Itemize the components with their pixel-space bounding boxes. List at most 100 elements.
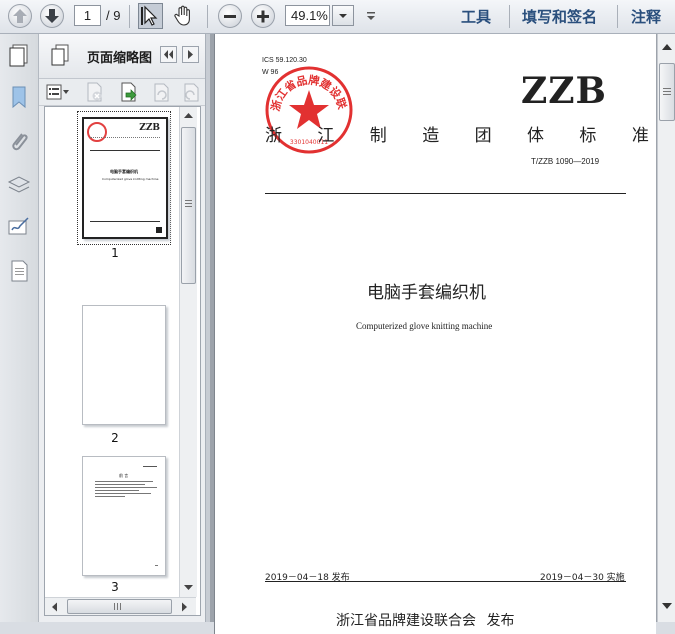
thumbnail-panel: 页面缩略图 ZZB 电脑手套编织机 Computerized glove kni… xyxy=(39,34,205,622)
document-title-en: Computerized glove knitting machine xyxy=(356,321,493,331)
scroll-thumb[interactable] xyxy=(67,599,172,614)
thumbnail-options-button[interactable] xyxy=(45,82,71,102)
select-tool-button[interactable] xyxy=(138,3,163,29)
thumbnail-brand: ZZB xyxy=(139,123,160,133)
layers-button[interactable] xyxy=(6,172,32,198)
bookmark-icon xyxy=(12,86,26,109)
fill-and-sign-tab[interactable]: 填写和签名 xyxy=(522,6,597,27)
thumbnail-page-number xyxy=(155,565,158,566)
thumbnail-label: 2 xyxy=(111,431,119,445)
toolbar-divider xyxy=(129,5,130,28)
chevron-right-icon xyxy=(188,50,193,59)
thumbnail-text-line xyxy=(95,481,153,482)
page-thumbnail-3[interactable]: 前 言 xyxy=(82,456,166,576)
chevron-up-icon xyxy=(184,113,193,118)
thumbnail-text-line xyxy=(95,487,157,488)
header-rule xyxy=(265,193,626,194)
pages-icon xyxy=(51,44,69,66)
chevron-down-icon xyxy=(339,14,347,18)
chevron-left-icon xyxy=(52,602,57,612)
grip-icon xyxy=(114,603,121,610)
zoom-in-button[interactable] xyxy=(251,4,275,28)
zoom-input[interactable]: 49.1% xyxy=(285,5,330,26)
chevron-down-icon xyxy=(662,603,672,609)
document-title-cn: 电脑手套编织机 xyxy=(367,283,486,303)
thumbnail-horizontal-scrollbar[interactable] xyxy=(45,597,196,615)
hand-icon xyxy=(174,5,190,26)
grip-icon xyxy=(663,88,671,95)
scroll-down-button[interactable] xyxy=(660,599,674,613)
signatures-button[interactable] xyxy=(6,214,32,240)
panel-toolbar xyxy=(39,79,205,106)
list-options-icon xyxy=(46,84,69,100)
tools-tab[interactable]: 工具 xyxy=(461,6,491,27)
toolbar-divider xyxy=(617,5,618,28)
comment-tab[interactable]: 注释 xyxy=(631,6,661,27)
scroll-down-button[interactable] xyxy=(182,580,195,594)
cursor-icon xyxy=(141,5,158,26)
document-icon xyxy=(11,260,28,282)
thumbnail-corner-mark xyxy=(156,227,162,233)
document-vertical-scrollbar[interactable] xyxy=(657,34,675,622)
page-thumbnail-1[interactable]: ZZB 电脑手套编织机 Computerized glove knitting … xyxy=(82,117,168,239)
next-page-button[interactable] xyxy=(40,4,64,28)
page-thumbnails-button[interactable] xyxy=(6,42,32,68)
scroll-thumb[interactable] xyxy=(659,63,675,121)
toolbar-options-button[interactable] xyxy=(364,8,378,24)
thumbnail-vertical-scrollbar[interactable] xyxy=(179,107,197,597)
extract-pages-button[interactable] xyxy=(117,81,139,103)
panel-header: 页面缩略图 xyxy=(39,34,205,79)
chevron-down-icon xyxy=(184,585,193,590)
page-thumbnail-2[interactable] xyxy=(82,305,166,425)
thumbnail-title: 电脑手套编织机 xyxy=(110,169,138,174)
thumbnail-text-line xyxy=(95,496,125,497)
scroll-up-button[interactable] xyxy=(660,40,674,54)
content-button[interactable] xyxy=(6,258,32,284)
paperclip-icon xyxy=(12,133,28,151)
panel-title: 页面缩略图 xyxy=(87,51,153,66)
layers-icon xyxy=(7,176,31,193)
zoom-dropdown-button[interactable] xyxy=(332,5,354,26)
rotate-left-button[interactable] xyxy=(149,81,171,103)
hand-tool-button[interactable] xyxy=(171,3,197,29)
thumbnail-text-line xyxy=(95,484,145,485)
attachments-button[interactable] xyxy=(6,128,32,154)
thumbnail-text-line xyxy=(95,490,139,491)
previous-page-button[interactable] xyxy=(8,4,32,28)
scroll-left-button[interactable] xyxy=(48,600,62,614)
thumbnail-panel-icon xyxy=(48,43,72,67)
main-toolbar: 1 / 9 49.1% 工具 填写和签名 注释 xyxy=(0,0,675,34)
collapse-panel-button[interactable] xyxy=(160,46,177,63)
extract-page-icon xyxy=(121,82,137,102)
thumbnail-text-line xyxy=(90,137,160,140)
minus-icon xyxy=(224,15,236,18)
chevron-up-icon xyxy=(662,44,672,50)
toolbar-divider xyxy=(509,5,510,28)
standard-number: T/ZZB 1090—2019 xyxy=(531,157,600,166)
scroll-up-button[interactable] xyxy=(182,109,195,123)
bookmarks-button[interactable] xyxy=(6,84,32,110)
footer-rule xyxy=(265,581,626,582)
document-view: ICS 59.120.30 W 96 浙江省品牌建设联合会 3301040011… xyxy=(210,34,657,634)
delete-page-icon xyxy=(87,82,102,102)
thumbnail-divider xyxy=(90,221,160,222)
thumbnail-divider xyxy=(90,150,160,151)
thumbnail-text-line xyxy=(143,466,157,467)
scroll-thumb[interactable] xyxy=(181,127,196,284)
zoom-out-button[interactable] xyxy=(218,4,242,28)
thumbnail-label: 1 xyxy=(111,246,119,260)
dropdown-arrow-icon xyxy=(367,12,375,20)
panel-menu-button[interactable] xyxy=(182,46,199,63)
rotate-icon xyxy=(184,83,199,102)
delete-pages-button[interactable] xyxy=(83,81,105,103)
plus-icon xyxy=(257,10,269,23)
rotate-icon xyxy=(154,83,169,102)
issuer-line: 浙江省品牌建设联合会 发布 xyxy=(336,613,515,629)
thumbnail-heading: 前 言 xyxy=(119,473,129,478)
pdf-page: ICS 59.120.30 W 96 浙江省品牌建设联合会 3301040011… xyxy=(214,34,656,634)
rotate-right-button[interactable] xyxy=(179,81,201,103)
page-number-input[interactable]: 1 xyxy=(74,5,101,26)
thumbnail-label: 3 xyxy=(111,580,119,594)
scroll-right-button[interactable] xyxy=(177,600,191,614)
arrow-down-icon xyxy=(45,9,59,23)
